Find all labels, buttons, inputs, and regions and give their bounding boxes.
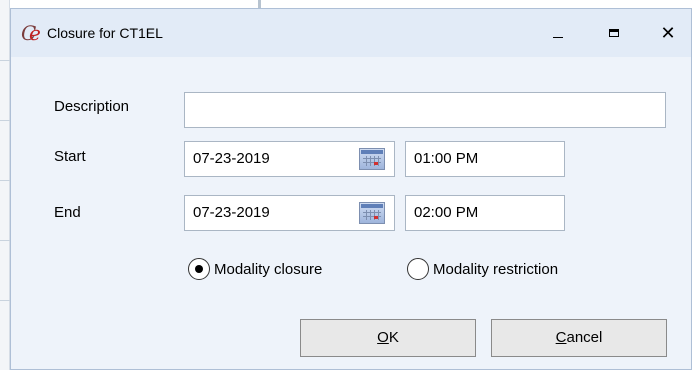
cancel-label-rest: ancel (566, 329, 603, 346)
minimize-button[interactable] (535, 15, 581, 51)
cancel-button[interactable]: Cancel (491, 319, 667, 357)
background-divider (0, 300, 10, 301)
modality-restriction-radio[interactable]: Modality restriction (407, 258, 558, 280)
end-calendar-icon[interactable] (359, 202, 385, 224)
closure-dialog: Ce Closure for CT1EL ✕ Description Start… (10, 8, 692, 370)
end-time-input[interactable]: 02:00 PM (405, 195, 565, 231)
ok-label-rest: K (388, 329, 399, 346)
start-label: Start (54, 148, 86, 165)
minimize-icon (553, 36, 563, 38)
start-calendar-icon[interactable] (359, 148, 385, 170)
background-divider (0, 60, 10, 61)
radio-unchecked-icon (407, 258, 429, 280)
background-scroll-tick (258, 0, 261, 8)
dialog-title: Closure for CT1EL (47, 25, 163, 41)
background-divider (0, 120, 10, 121)
ok-button[interactable]: OK (300, 319, 476, 357)
start-time-input[interactable]: 01:00 PM (405, 141, 565, 177)
end-label: End (54, 204, 81, 221)
modality-closure-label: Modality closure (214, 260, 323, 278)
maximize-button[interactable] (591, 15, 637, 51)
ok-mnemonic: O (377, 329, 389, 346)
cancel-mnemonic: C (555, 329, 567, 346)
close-icon: ✕ (660, 23, 676, 43)
description-input[interactable] (184, 92, 666, 128)
modality-closure-radio[interactable]: Modality closure (188, 258, 322, 280)
radio-checked-icon (188, 258, 210, 280)
background-divider (0, 240, 10, 241)
dialog-titlebar[interactable]: Ce Closure for CT1EL ✕ (11, 9, 691, 57)
modality-restriction-label: Modality restriction (433, 260, 559, 278)
close-button[interactable]: ✕ (645, 15, 691, 51)
app-logo-icon: Ce (21, 21, 41, 45)
description-label: Description (54, 98, 130, 115)
background-divider (0, 180, 10, 181)
background-sidebar (0, 0, 10, 370)
maximize-icon (609, 29, 619, 37)
